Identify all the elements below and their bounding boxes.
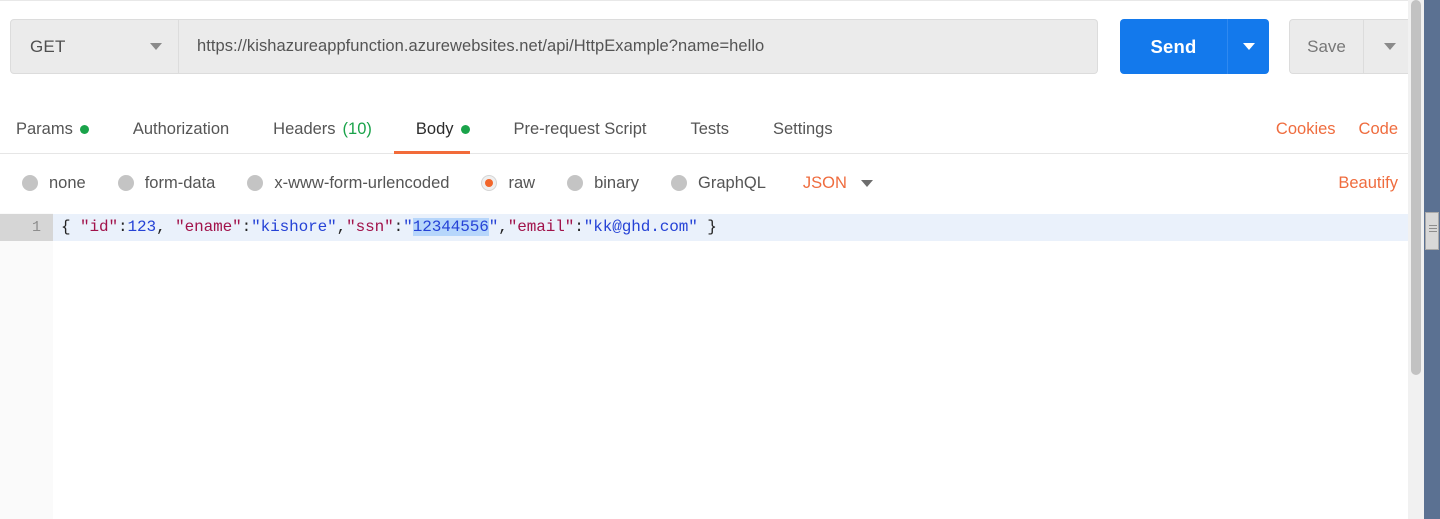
request-url-bar: GET Send Save — [10, 19, 1416, 74]
editor-token: "ssn" — [346, 218, 394, 236]
editor-token: 123 — [127, 218, 157, 236]
request-tabs-actions: Cookies Code — [1276, 104, 1424, 154]
radio-button-icon[interactable] — [671, 175, 688, 191]
body-type-option-label: GraphQL — [698, 173, 766, 192]
tab-label: Tests — [690, 119, 729, 138]
send-options-button[interactable] — [1227, 19, 1269, 74]
radio-button-icon[interactable] — [481, 175, 498, 191]
body-type-option-label: none — [49, 173, 86, 192]
editor-gutter: 1 — [0, 213, 53, 519]
editor-selected-text: 12344556 — [412, 218, 489, 236]
tab-label: Settings — [772, 119, 833, 138]
editor-token: : — [118, 218, 128, 236]
editor-token: , — [336, 218, 347, 236]
cookies-link[interactable]: Cookies — [1276, 120, 1336, 139]
editor-token: , — [156, 218, 176, 236]
body-type-option-form-data[interactable]: form-data — [117, 173, 216, 193]
body-type-option-label: raw — [508, 173, 536, 192]
tab-params[interactable]: Params — [16, 104, 111, 154]
chevron-down-icon — [150, 43, 162, 50]
editor-code-area[interactable]: { "id":123, "ename":"kishore","ssn":"123… — [53, 213, 1424, 519]
radio-button-icon[interactable] — [247, 175, 264, 191]
request-tabs-list: Params Authorization Headers (10) Body Pre-re… — [0, 104, 855, 154]
editor-token: , — [498, 218, 508, 236]
browser-vertical-scrollbar[interactable] — [1424, 0, 1440, 519]
tab-label: Pre-request Script — [513, 119, 647, 138]
editor-token: } — [697, 218, 717, 236]
chevron-down-icon — [860, 179, 873, 187]
body-type-option-label: binary — [594, 173, 640, 192]
tab-label: Headers — [273, 119, 336, 138]
body-type-radio-group: none form-data x-www-form-urlencoded raw bin… — [22, 174, 798, 193]
http-method-select[interactable]: GET — [10, 19, 179, 74]
tab-modified-dot-icon — [79, 124, 89, 134]
tab-body[interactable]: Body — [393, 104, 492, 154]
request-body-editor[interactable]: 1 { "id":123, "ename":"kishore","ssn":"1… — [0, 213, 1424, 519]
editor-token: : — [241, 218, 252, 236]
body-type-option-label: form-data — [144, 173, 216, 192]
tab-authorization[interactable]: Authorization — [111, 104, 251, 154]
editor-token: "kk@ghd.com" — [583, 218, 698, 236]
save-button[interactable]: Save — [1289, 19, 1363, 74]
tab-label: Body — [415, 119, 454, 138]
tab-settings[interactable]: Settings — [751, 104, 855, 154]
code-link[interactable]: Code — [1359, 120, 1398, 139]
editor-token: "ename" — [175, 218, 242, 236]
body-type-option-graphql[interactable]: GraphQL — [671, 174, 766, 193]
top-divider — [0, 0, 1424, 1]
inner-scrollbar-thumb[interactable] — [1411, 0, 1421, 375]
send-button-group: Send — [1120, 19, 1269, 74]
body-format-select[interactable]: JSON — [803, 174, 873, 193]
editor-token: "id" — [80, 218, 119, 236]
body-format-label: JSON — [802, 173, 847, 192]
editor-code-line[interactable]: { "id":123, "ename":"kishore","ssn":"123… — [53, 214, 1424, 241]
tab-modified-dot-icon — [460, 124, 470, 134]
tab-pre-request-script[interactable]: Pre-request Script — [492, 104, 669, 154]
editor-token: : — [393, 218, 404, 236]
radio-button-icon[interactable] — [567, 175, 584, 191]
body-type-option-x-www-form-urlencoded[interactable]: x-www-form-urlencoded — [247, 174, 449, 193]
editor-token: " — [488, 218, 499, 236]
chevron-down-icon — [1383, 43, 1396, 50]
tab-count-badge: (10) — [342, 119, 372, 138]
body-type-option-binary[interactable]: binary — [567, 174, 639, 193]
editor-token: "email" — [507, 218, 575, 236]
editor-line-number: 1 — [0, 214, 53, 241]
chevron-down-icon — [1242, 43, 1255, 50]
editor-token: { — [61, 218, 81, 236]
request-tabs: Params Authorization Headers (10) Body Pre-re… — [0, 104, 1424, 154]
radio-button-icon[interactable] — [22, 175, 38, 191]
inner-vertical-scrollbar[interactable] — [1408, 0, 1424, 519]
tab-label: Params — [16, 119, 73, 138]
postman-request-pane: GET Send Save Params Authorization Headers… — [0, 0, 1440, 519]
body-type-option-none[interactable]: none — [22, 174, 86, 193]
send-button[interactable]: Send — [1120, 19, 1227, 74]
browser-scrollbar-thumb[interactable] — [1425, 212, 1439, 250]
body-type-row: none form-data x-www-form-urlencoded raw bin… — [0, 155, 1424, 211]
editor-token: : — [574, 218, 584, 236]
body-type-option-label: x-www-form-urlencoded — [274, 173, 450, 192]
http-method-label: GET — [30, 36, 66, 56]
tab-tests[interactable]: Tests — [668, 104, 751, 154]
body-type-option-raw[interactable]: raw — [481, 174, 535, 193]
tab-label: Authorization — [132, 119, 230, 138]
radio-button-icon[interactable] — [117, 175, 134, 191]
editor-token: "kishore" — [251, 218, 337, 236]
request-url-input[interactable] — [179, 19, 1098, 74]
save-button-group: Save — [1289, 19, 1416, 74]
scrollbar-grip-icon — [1429, 228, 1437, 229]
tab-headers[interactable]: Headers (10) — [251, 104, 394, 154]
editor-token: " — [403, 218, 413, 236]
